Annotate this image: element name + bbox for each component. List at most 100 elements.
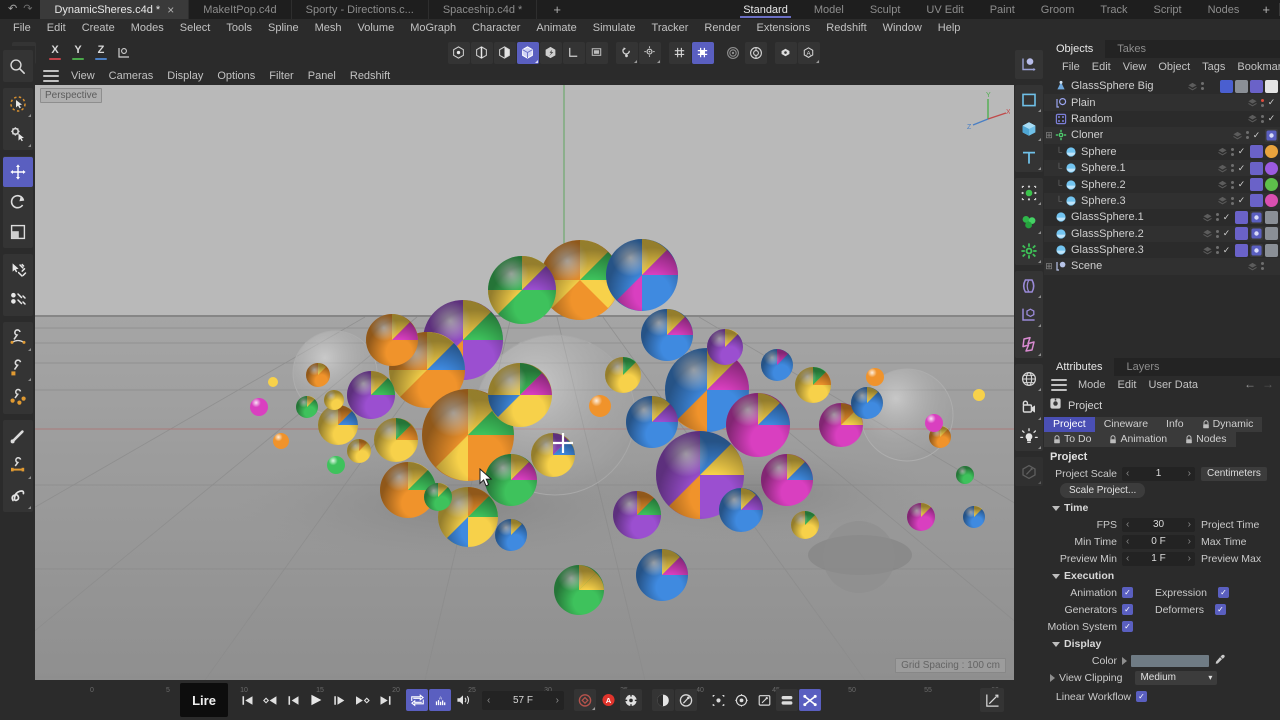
attr-tab-cineware[interactable]: Cineware xyxy=(1095,417,1157,432)
object-visibility-dots[interactable] xyxy=(1187,81,1218,92)
menu-select[interactable]: Select xyxy=(172,19,219,38)
object-axis-mode-icon[interactable] xyxy=(540,42,562,64)
mograph-cloner-icon[interactable] xyxy=(1015,236,1043,265)
tag-selection[interactable] xyxy=(1250,194,1263,207)
dynamics-icon[interactable] xyxy=(722,42,744,64)
visibility-dots[interactable] xyxy=(1216,213,1219,221)
subdivision-surface-icon[interactable] xyxy=(1015,207,1043,236)
lock-x-axis-button[interactable]: X xyxy=(44,42,66,64)
lire-button[interactable]: Lire xyxy=(180,683,228,717)
tag-selection[interactable] xyxy=(1250,178,1263,191)
view-clipping-select[interactable]: Medium ▾ xyxy=(1135,671,1217,685)
tag-selection[interactable] xyxy=(1250,80,1263,93)
attr-tab-info[interactable]: Info xyxy=(1157,417,1193,432)
layout-tab-model[interactable]: Model xyxy=(801,0,857,19)
spline-freehand-icon[interactable] xyxy=(3,481,33,511)
edge-mode-icon[interactable] xyxy=(471,42,493,64)
bend-deformer-icon[interactable] xyxy=(1015,271,1043,300)
menu-spline[interactable]: Spline xyxy=(260,19,307,38)
frame-increment-arrow[interactable]: › xyxy=(556,695,559,706)
record-keyframe-button[interactable] xyxy=(574,689,596,711)
camera-icon[interactable] xyxy=(1015,393,1043,422)
menu-modes[interactable]: Modes xyxy=(123,19,172,38)
fps-field[interactable]: ‹ 30 › xyxy=(1122,518,1195,532)
menu-file[interactable]: File xyxy=(5,19,39,38)
tag-selection[interactable] xyxy=(1250,162,1263,175)
timeline-curve-button[interactable] xyxy=(980,688,1004,712)
polygon-mode-icon[interactable] xyxy=(494,42,516,64)
min-time-field[interactable]: ‹ 0 F › xyxy=(1122,535,1195,549)
tag-dynamics[interactable] xyxy=(1250,211,1263,224)
next-key-button[interactable] xyxy=(351,689,373,711)
nav-forward-button[interactable]: → xyxy=(1262,377,1274,391)
object-row-plain[interactable]: Plain ✓ xyxy=(1044,94,1280,110)
enable-check[interactable]: ✓ xyxy=(1252,130,1261,141)
layout-tab-nodes[interactable]: Nodes xyxy=(1195,0,1253,19)
visibility-dots[interactable] xyxy=(1231,148,1234,156)
layout-tab-script[interactable]: Script xyxy=(1140,0,1194,19)
tag-dynamics[interactable] xyxy=(1220,80,1233,93)
go-to-end-button[interactable] xyxy=(374,689,396,711)
add-layout-button[interactable]: + xyxy=(1252,0,1280,19)
viewport-canvas[interactable]: Perspective Grid Spacing : 100 cm Y X Z xyxy=(35,85,1014,680)
scene-nodes-icon[interactable] xyxy=(1015,300,1043,329)
collapse-caret-icon[interactable] xyxy=(1052,506,1060,511)
model-mode-icon[interactable] xyxy=(517,42,539,64)
visibility-dots[interactable] xyxy=(1216,230,1219,238)
menu-render[interactable]: Render xyxy=(696,19,748,38)
tag-dynamics[interactable] xyxy=(1250,227,1263,240)
motion-system-checkbox[interactable]: ✓ xyxy=(1122,621,1133,632)
om-menu-file[interactable]: File xyxy=(1056,58,1086,76)
cube-primitive-icon[interactable] xyxy=(1015,114,1043,143)
object-row-cloner[interactable]: ⊞ Cloner ✓ xyxy=(1044,127,1280,143)
spline-points-icon[interactable] xyxy=(3,383,33,413)
object-row-random[interactable]: Random ✓ xyxy=(1044,111,1280,127)
tag-dynamics[interactable] xyxy=(1250,244,1263,257)
tag-texture[interactable] xyxy=(1265,244,1278,257)
live-selection-icon[interactable] xyxy=(3,89,33,119)
object-row-sphere-2[interactable]: └ Sphere.2 ✓ xyxy=(1044,176,1280,192)
tag-material[interactable] xyxy=(1265,194,1278,207)
nav-back-button[interactable]: ← xyxy=(1244,377,1256,391)
viewport-menu-display[interactable]: Display xyxy=(160,67,210,85)
simulate-icon[interactable] xyxy=(745,42,767,64)
array-generator-icon[interactable] xyxy=(1015,178,1043,207)
attr-menu-mode[interactable]: Mode xyxy=(1072,376,1112,394)
object-row-glasssphere-1[interactable]: GlassSphere.1 ✓ xyxy=(1044,209,1280,225)
object-visibility-dots[interactable]: ✓ xyxy=(1217,179,1248,190)
layout-tab-groom[interactable]: Groom xyxy=(1028,0,1088,19)
autokey-button[interactable]: A xyxy=(597,689,619,711)
object-row-glasssphere-2[interactable]: GlassSphere.2 ✓ xyxy=(1044,226,1280,242)
enable-check[interactable]: ✓ xyxy=(1222,212,1231,223)
menu-redshift[interactable]: Redshift xyxy=(818,19,874,38)
object-row-scene[interactable]: ⊞ Scene xyxy=(1044,258,1280,274)
enable-check[interactable]: ✓ xyxy=(1237,195,1246,206)
previous-frame-button[interactable] xyxy=(282,689,304,711)
object-visibility-dots[interactable]: ✓ xyxy=(1217,163,1248,174)
visibility-dots[interactable] xyxy=(1216,246,1219,254)
spline-pen-icon[interactable] xyxy=(3,323,33,353)
audio-button[interactable] xyxy=(452,689,474,711)
enable-check[interactable]: ✓ xyxy=(1222,245,1231,256)
spline-sketch-icon[interactable] xyxy=(3,451,33,481)
layout-tab-paint[interactable]: Paint xyxy=(977,0,1028,19)
time-section-title[interactable]: Time xyxy=(1044,499,1280,516)
tag-selection[interactable] xyxy=(1250,145,1263,158)
layout-tab-standard[interactable]: Standard xyxy=(730,0,801,19)
lock-position-button[interactable] xyxy=(707,689,729,711)
document-tab-dynamicsheres[interactable]: DynamicSheres.c4d * × xyxy=(40,0,189,19)
object-visibility-dots[interactable]: ✓ xyxy=(1202,245,1233,256)
tag-selection[interactable] xyxy=(1235,244,1248,257)
menu-create[interactable]: Create xyxy=(74,19,123,38)
lock-pla-button[interactable] xyxy=(799,689,821,711)
menu-character[interactable]: Character xyxy=(464,19,528,38)
environment-icon[interactable] xyxy=(1015,364,1043,393)
tag-selection[interactable] xyxy=(1235,211,1248,224)
om-menu-view[interactable]: View xyxy=(1117,58,1153,76)
lock-z-axis-button[interactable]: Z xyxy=(90,42,112,64)
visibility-dots[interactable] xyxy=(1231,164,1234,172)
effector-icon[interactable]: A xyxy=(798,42,820,64)
viewport-menu-options[interactable]: Options xyxy=(210,67,262,85)
object-row-glasssphere-3[interactable]: GlassSphere.3 ✓ xyxy=(1044,242,1280,258)
tag-selection[interactable] xyxy=(1235,227,1248,240)
